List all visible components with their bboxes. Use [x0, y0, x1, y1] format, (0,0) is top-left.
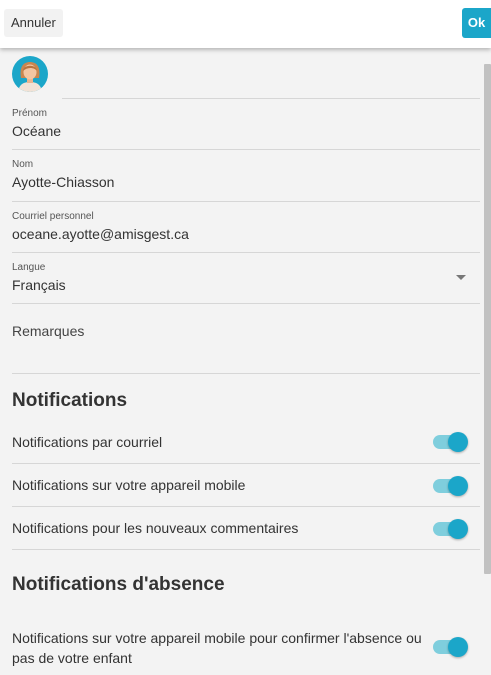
email-value[interactable]: oceane.ayotte@amisgest.ca — [12, 226, 189, 242]
caret-down-icon[interactable] — [456, 275, 466, 280]
absence-notifications-title: Notifications d'absence — [12, 574, 225, 595]
toggle-knob — [448, 432, 468, 452]
toggle-row-mobile: Notifications sur votre appareil mobile — [12, 464, 480, 507]
toggle-knob — [448, 637, 468, 657]
last-name-field[interactable]: Nom Ayotte-Chiasson — [12, 159, 480, 202]
cancel-button[interactable]: Annuler — [4, 9, 63, 37]
email-field[interactable]: Courriel personnel oceane.ayotte@amisges… — [12, 211, 480, 253]
first-name-value[interactable]: Océane — [12, 123, 61, 139]
remarks-field[interactable]: Remarques — [12, 323, 480, 374]
language-select[interactable]: Langue Français — [12, 262, 480, 304]
toggle-label: Notifications par courriel — [12, 434, 163, 450]
language-value[interactable]: Français — [12, 277, 66, 293]
mobile-notifications-toggle[interactable] — [433, 476, 468, 496]
toggle-row-email: Notifications par courriel — [12, 421, 480, 464]
email-notifications-toggle[interactable] — [433, 432, 468, 452]
toggle-row-comments: Notifications pour les nouveaux commenta… — [12, 507, 480, 550]
toggle-label: Notifications sur votre appareil mobile … — [12, 630, 422, 666]
email-label: Courriel personnel — [12, 211, 94, 222]
language-label: Langue — [12, 262, 46, 273]
first-name-field[interactable]: Prénom Océane — [12, 108, 480, 150]
scrollbar[interactable] — [483, 48, 491, 675]
last-name-label: Nom — [12, 159, 34, 170]
toggle-knob — [448, 519, 468, 539]
top-bar: Annuler Ok — [0, 0, 491, 48]
toggle-label: Notifications sur votre appareil mobile — [12, 477, 246, 493]
ok-button[interactable]: Ok — [462, 8, 491, 38]
absence-notifications-toggle[interactable] — [433, 637, 468, 657]
divider — [62, 98, 480, 99]
toggle-row-absence: Notifications sur votre appareil mobile … — [12, 626, 480, 670]
profile-form: Prénom Océane Nom Ayotte-Chiasson Courri… — [0, 48, 483, 675]
notifications-title: Notifications — [12, 390, 128, 411]
comments-notifications-toggle[interactable] — [433, 519, 468, 539]
user-avatar-icon[interactable] — [12, 56, 48, 92]
toggle-knob — [448, 476, 468, 496]
toggle-label: Notifications pour les nouveaux commenta… — [12, 520, 299, 536]
scrollbar-thumb[interactable] — [484, 64, 491, 574]
first-name-label: Prénom — [12, 108, 48, 119]
last-name-value[interactable]: Ayotte-Chiasson — [12, 174, 114, 190]
remarks-label: Remarques — [12, 323, 85, 339]
